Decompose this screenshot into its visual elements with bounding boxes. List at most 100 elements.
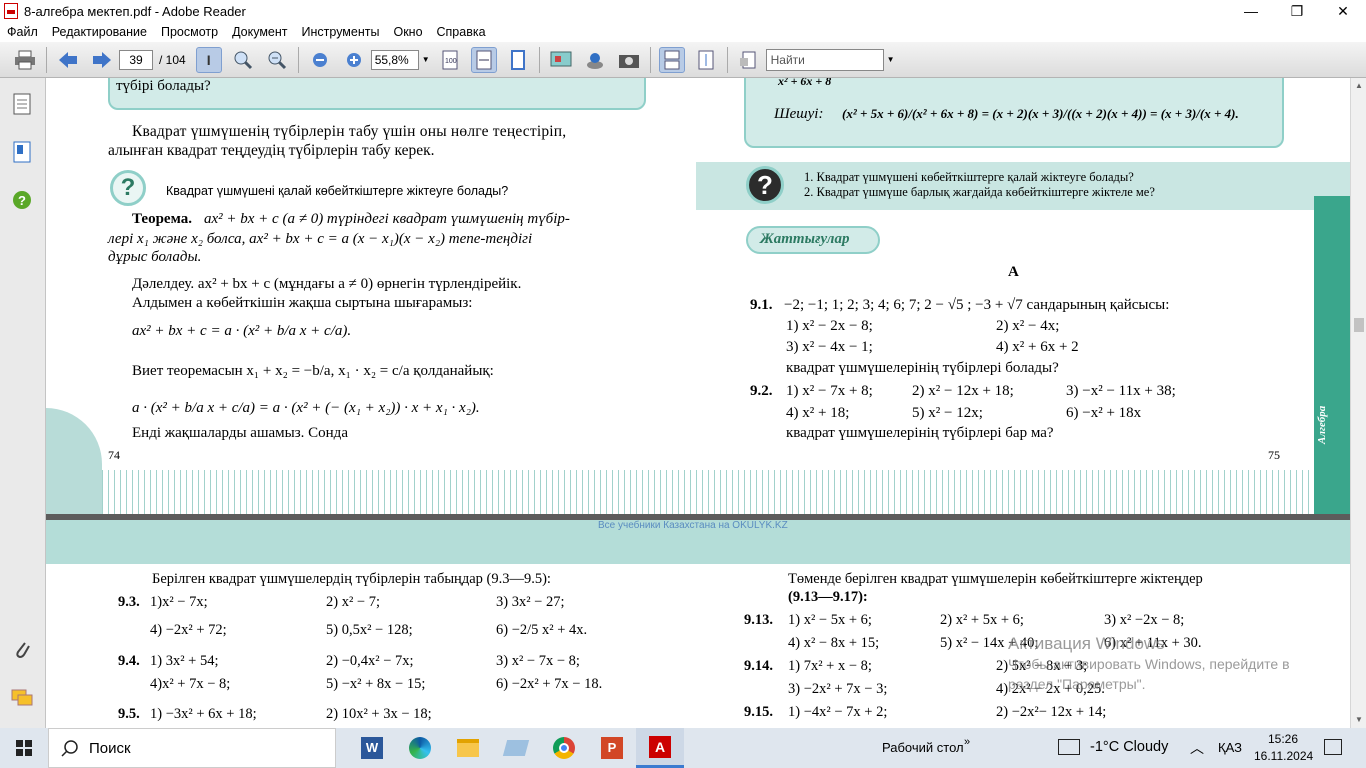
page-number-input[interactable]: 39	[119, 49, 153, 70]
close-button[interactable]: ✕	[1320, 0, 1366, 22]
scroll-thumb[interactable]	[1354, 318, 1364, 332]
ruler-decoration	[102, 470, 1314, 514]
adobe-reader-icon	[4, 3, 18, 19]
powerpoint-icon[interactable]: P	[588, 728, 636, 768]
comments-panel-icon[interactable]	[11, 686, 33, 710]
toolbar-divider	[46, 46, 47, 73]
exercise-9-13-number: 9.13.	[744, 612, 773, 628]
exercise-9-3-3: 3) 3x² − 27;	[496, 594, 565, 610]
weather-text[interactable]: -1°C Cloudy	[1090, 739, 1168, 755]
exercise-9-2-b: 2) x² − 12x + 18;	[912, 383, 1014, 399]
exercise-9-1-c: 3) x² − 4x − 1;	[786, 339, 873, 355]
chrome-icon[interactable]	[540, 728, 588, 768]
pdf-page-bottom: Все учебники Казахстана на OKULYK.KZ Бер…	[46, 520, 1350, 728]
exercise-9-1-a: 1) x² − 2x − 8;	[786, 318, 873, 334]
taskbar-apps: W P A	[348, 728, 684, 768]
exercise-9-14-number: 9.14.	[744, 658, 773, 674]
question-icon: ?	[110, 170, 146, 206]
tray-expand-icon[interactable]: ︿	[1190, 738, 1204, 758]
minimize-button[interactable]: —	[1228, 0, 1274, 22]
pages-panel-icon[interactable]	[11, 92, 33, 116]
toolbar-divider	[297, 46, 299, 73]
zoom-in-icon[interactable]	[341, 47, 367, 73]
right-task-title-2: (9.13—9.17):	[788, 589, 868, 605]
exercise-9-1-b: 2) x² − 4x;	[996, 318, 1060, 334]
bookmarks-panel-icon[interactable]	[11, 140, 33, 164]
exercise-9-13-4: 4) x² − 8x + 15;	[788, 635, 880, 651]
fit-page-icon[interactable]	[505, 47, 531, 73]
dynamic-zoom-icon[interactable]	[264, 47, 290, 73]
read-mode-icon[interactable]	[736, 47, 762, 73]
page-decoration	[46, 408, 102, 514]
desktop-toolbar-label[interactable]: Рабочий стол	[882, 740, 964, 755]
app-icon[interactable]	[492, 728, 540, 768]
exercise-9-3-1: 1)x² − 7x;	[150, 594, 208, 610]
intro-line-2: алынған квадрат теңдеудің түбірлерін таб…	[108, 142, 435, 159]
exercises-title: Жаттығулар	[760, 231, 850, 247]
side-tab-label: Алгебра	[1316, 405, 1328, 444]
document-view[interactable]: түбірі болады? Квадрат үшмүшенің түбірле…	[46, 78, 1350, 728]
menu-help[interactable]: Справка	[430, 25, 493, 39]
adobe-reader-taskbar-icon[interactable]: A	[636, 728, 684, 768]
actual-size-icon[interactable]: 100	[437, 47, 463, 73]
word-icon[interactable]: W	[348, 728, 396, 768]
attachments-icon[interactable]	[11, 638, 33, 662]
top-formula: x² + 6x + 8	[778, 78, 832, 88]
exercise-9-13-2: 2) x² + 5x + 6;	[940, 612, 1024, 628]
zoom-level-input[interactable]: 55,8%	[370, 49, 419, 70]
marquee-zoom-icon[interactable]	[230, 47, 256, 73]
svg-text:?: ?	[18, 193, 26, 208]
snapshot-icon[interactable]	[616, 47, 642, 73]
menu-file[interactable]: Файл	[0, 25, 45, 39]
top-box-text: түбірі болады?	[116, 78, 211, 94]
clock-time[interactable]: 15:26	[1268, 732, 1298, 746]
next-page-icon[interactable]	[89, 47, 115, 73]
find-input[interactable]: Найти	[765, 48, 884, 71]
select-text-tool-icon[interactable]: I	[195, 46, 222, 73]
menu-tools[interactable]: Инструменты	[295, 25, 387, 39]
page-total: / 104	[159, 52, 186, 67]
language-indicator[interactable]: ҚАЗ	[1218, 740, 1242, 755]
page-number-left: 74	[108, 448, 120, 462]
exercise-9-1-d: 4) x² + 6x + 2	[996, 339, 1079, 355]
solution-label: Шешуі:	[774, 106, 824, 122]
pdf-page-spread: түбірі болады? Квадрат үшмүшенің түбірле…	[46, 78, 1350, 514]
menu-document[interactable]: Документ	[225, 25, 294, 39]
exercise-9-15-1: 1) −4x² − 7x + 2;	[788, 704, 888, 720]
menu-view[interactable]: Просмотр	[154, 25, 225, 39]
menu-edit[interactable]: Редактирование	[45, 25, 154, 39]
edge-icon[interactable]	[396, 728, 444, 768]
toolbar-expand-icon[interactable]: »	[964, 736, 970, 748]
zoom-out-icon[interactable]	[307, 47, 333, 73]
two-page-icon[interactable]	[693, 47, 719, 73]
scroll-up-icon[interactable]: ▲	[1351, 78, 1366, 94]
scroll-down-icon[interactable]: ▼	[1351, 712, 1366, 728]
exercise-9-3-4: 4) −2x² + 72;	[150, 622, 227, 638]
find-dropdown-icon[interactable]: ▼	[887, 55, 895, 64]
help-icon[interactable]: ?	[11, 188, 33, 212]
activation-line-2: раздел "Параметры".	[1008, 676, 1146, 692]
previous-page-icon[interactable]	[55, 47, 81, 73]
search-label: Поиск	[89, 739, 131, 757]
print-icon[interactable]	[12, 47, 38, 73]
question-text: Квадрат үшмүшені қалай көбейткіштерге жі…	[166, 184, 509, 198]
exercise-9-4-1: 1) 3x² + 54;	[150, 653, 219, 669]
stamp-icon[interactable]	[582, 47, 608, 73]
fit-width-icon[interactable]	[470, 46, 497, 73]
exercise-9-3-6: 6) −2/5 x² + 4x.	[496, 622, 588, 638]
zoom-dropdown-icon[interactable]: ▼	[422, 55, 430, 64]
file-explorer-icon[interactable]	[444, 728, 492, 768]
clock-date[interactable]: 16.11.2024	[1254, 749, 1313, 763]
single-page-icon[interactable]	[658, 46, 685, 73]
comment-icon[interactable]	[548, 47, 574, 73]
vertical-scrollbar[interactable]: ▲ ▼	[1350, 78, 1366, 728]
watermark-text: Все учебники Казахстана на OKULYK.KZ	[598, 520, 788, 531]
theorem-line-3: дұрыс болады.	[108, 249, 202, 265]
weather-icon[interactable]	[1058, 739, 1080, 755]
start-button[interactable]	[0, 728, 48, 768]
menu-window[interactable]: Окно	[386, 25, 429, 39]
navigation-panel: ?	[0, 78, 46, 728]
maximize-button[interactable]: ❐	[1274, 0, 1320, 22]
taskbar-search[interactable]: Поиск	[48, 728, 336, 768]
notifications-icon[interactable]	[1324, 739, 1342, 755]
